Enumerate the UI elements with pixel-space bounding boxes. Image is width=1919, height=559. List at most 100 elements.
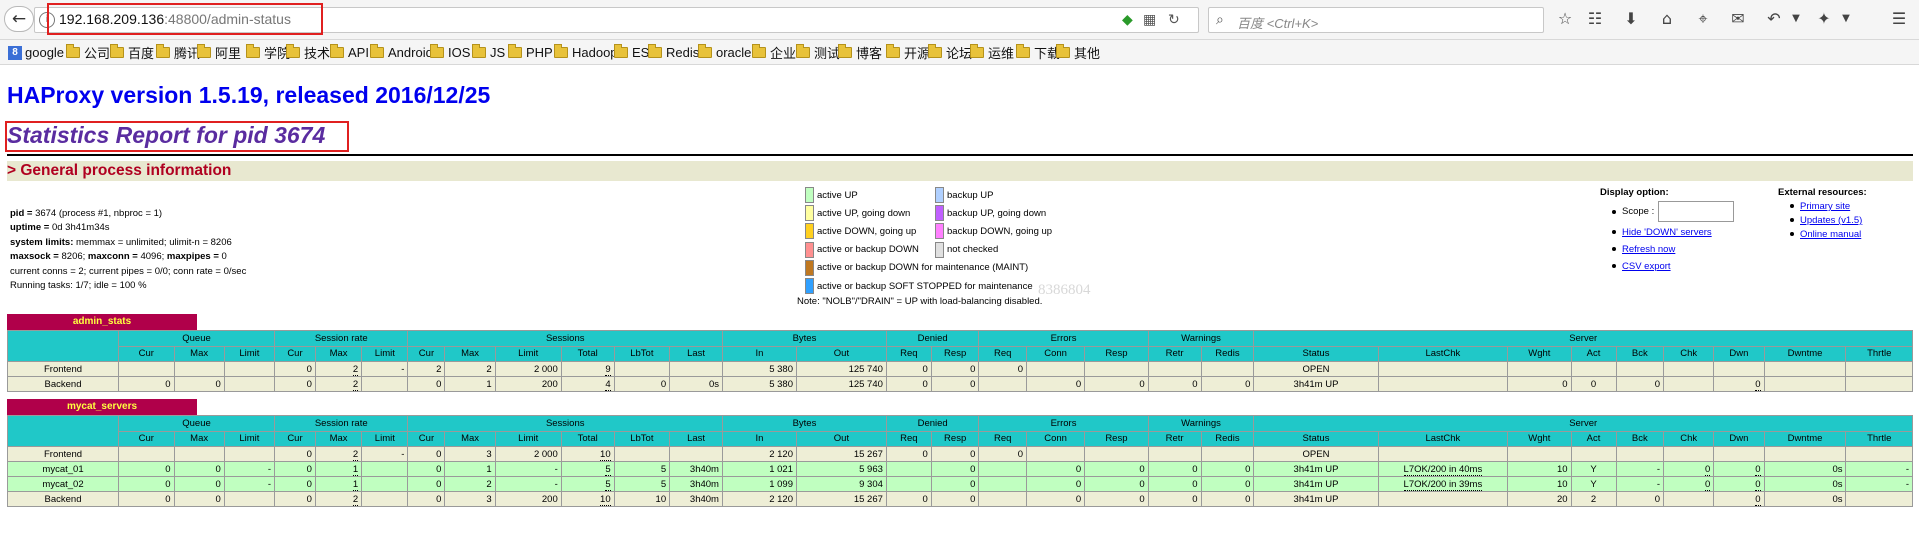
legend-item: active or backup DOWN for maintenance (M… <box>805 259 1033 277</box>
cell-value[interactable]: Frontend <box>44 364 82 375</box>
bookmark-item[interactable]: 学院 <box>246 43 290 62</box>
table-row: Frontend 0 2 - 0 3 2 000 10 2 120 15 267 0 0 0 OPEN <box>6 446 1913 462</box>
bookmark-item[interactable]: Hadoop <box>554 43 618 62</box>
cell-value: 0 <box>970 448 976 460</box>
qr-code-icon[interactable]: ▦ <box>1143 12 1156 28</box>
table-cell <box>1663 446 1715 462</box>
bookmark-item[interactable]: 其他 <box>1056 43 1100 62</box>
star-icon[interactable]: ☆ <box>1554 8 1576 30</box>
browser-toolbar: ← i 192.168.209.136:48800/admin-status ◆… <box>0 0 1919 40</box>
info-key: system limits: <box>10 236 74 248</box>
bookmark-item[interactable]: 论坛 <box>928 43 972 62</box>
bookmark-item[interactable]: IOS <box>430 43 470 62</box>
reading-list-icon[interactable]: ☷ <box>1584 8 1606 30</box>
cell-value: 10 <box>600 493 611 506</box>
cell-value[interactable]: Frontend <box>44 449 82 460</box>
table-cell: 0 <box>1200 376 1255 392</box>
bookmark-item[interactable]: 开源 <box>886 43 930 62</box>
online-manual-link[interactable]: Online manual <box>1800 229 1861 240</box>
search-placeholder: 百度 <Ctrl+K> <box>1237 16 1319 31</box>
shield-icon[interactable]: ◆ <box>1122 12 1133 28</box>
table-cell: 3h41m UP <box>1253 461 1379 477</box>
legend-swatch <box>935 241 944 258</box>
cell-value: 0 <box>436 463 442 475</box>
cell-value: 0 <box>165 463 171 475</box>
chevron-down-icon[interactable]: ▼ <box>1835 8 1857 30</box>
bookmark-item[interactable]: 下载 <box>1016 43 1060 62</box>
cell-value[interactable]: Backend <box>45 494 82 505</box>
table-cell: 0 <box>273 461 316 477</box>
bookmark-item[interactable]: 技术 <box>286 43 330 62</box>
bookmark-item[interactable]: 企业 <box>752 43 796 62</box>
table-cell: 0 <box>930 476 980 492</box>
table-cell: - <box>494 476 562 492</box>
cell-value[interactable]: mycat_01 <box>42 464 83 475</box>
scope-input[interactable] <box>1658 201 1735 222</box>
table-cell: 3h41m UP <box>1253 376 1379 392</box>
home-icon[interactable]: ⌂ <box>1656 8 1678 30</box>
cell-value: 5 380 <box>769 363 793 375</box>
undo-icon[interactable]: ↶ <box>1763 8 1785 30</box>
back-button[interactable]: ← <box>4 6 34 32</box>
chat-icon[interactable]: ✉ <box>1727 8 1749 30</box>
proxy-name-admin-stats[interactable]: admin_stats <box>7 314 197 330</box>
cell-value: 0 <box>1139 493 1145 505</box>
bookmark-item[interactable]: 阿里 <box>197 43 241 62</box>
bookmark-item[interactable]: PHP <box>508 43 553 62</box>
process-info: pid = 3674 (process #1, nbproc = 1) uptim… <box>10 207 246 293</box>
primary-site-link[interactable]: Primary site <box>1800 201 1850 212</box>
bookmark-item[interactable]: ES <box>614 43 649 62</box>
bookmark-item[interactable]: API <box>330 43 369 62</box>
table-cell: 3h40m <box>669 461 723 477</box>
info-key: pid = <box>10 208 36 219</box>
refresh-link[interactable]: Refresh now <box>1622 244 1675 255</box>
bookmark-item[interactable]: 百度 <box>110 43 154 62</box>
folder-icon <box>614 44 628 58</box>
row-name-cell: mycat_02 <box>6 476 120 492</box>
bookmark-item[interactable]: 腾讯 <box>156 43 200 62</box>
cell-value: - <box>554 478 558 490</box>
extension-icon[interactable]: ✦ <box>1813 8 1835 30</box>
menu-icon[interactable]: ☰ <box>1888 8 1910 30</box>
bookmark-item[interactable]: oracle <box>698 43 751 62</box>
table-cell <box>1377 446 1509 462</box>
csv-export-link[interactable]: CSV export <box>1622 261 1671 272</box>
bookmark-item[interactable]: JS <box>472 43 505 62</box>
chevron-down-icon[interactable]: ▼ <box>1785 8 1807 30</box>
row-name-cell: Frontend <box>6 446 120 462</box>
table-cell: 0 <box>407 461 446 477</box>
table-row: Backend 0 0 0 2 0 3 200 10 10 3h40m 2 120 15 267 0 0 0 0… <box>6 491 1913 507</box>
reload-icon[interactable]: ↻ <box>1168 12 1180 28</box>
bookmark-item[interactable]: 测试 <box>796 43 840 62</box>
table-cell: 2 000 <box>494 446 562 462</box>
updates-link[interactable]: Updates (v1.5) <box>1800 215 1862 226</box>
download-icon[interactable]: ⬇ <box>1620 8 1642 30</box>
arrow-left-icon: ← <box>11 9 27 29</box>
search-input[interactable]: ⌕ 百度 <Ctrl+K> <box>1208 7 1544 33</box>
bookmark-item[interactable]: 8 google <box>8 43 64 62</box>
bookmark-item[interactable]: Redis <box>648 43 699 62</box>
table-cell <box>1147 446 1202 462</box>
table-cell <box>173 446 225 462</box>
proxy-name-mycat-servers[interactable]: mycat_servers <box>7 399 197 415</box>
column-header: Resp <box>1084 430 1149 447</box>
bookmark-item[interactable]: 公司 <box>66 43 110 62</box>
table-cell: 0 <box>273 476 316 492</box>
table-cell <box>361 376 409 392</box>
bookmark-item[interactable]: Android <box>370 43 433 62</box>
hide-down-link[interactable]: Hide 'DOWN' servers <box>1622 227 1712 238</box>
bookmark-item[interactable]: 博客 <box>838 43 882 62</box>
table-cell: 200 <box>494 491 562 507</box>
column-header: Total <box>560 345 615 362</box>
cell-value[interactable]: Backend <box>45 379 82 390</box>
bookmark-label: 博客 <box>856 46 883 61</box>
column-header: Limit <box>223 345 275 362</box>
crop-icon[interactable]: ⌖ <box>1692 8 1714 30</box>
table-cell: 2 <box>444 361 496 377</box>
cell-value: 0 <box>306 463 312 475</box>
table-cell: 0 <box>1713 476 1765 492</box>
process-info-line: pid = 3674 (process #1, nbproc = 1) <box>10 207 246 221</box>
cell-value: 1 099 <box>769 478 793 490</box>
cell-value[interactable]: mycat_02 <box>42 479 83 490</box>
bookmark-item[interactable]: 运维 <box>970 43 1014 62</box>
